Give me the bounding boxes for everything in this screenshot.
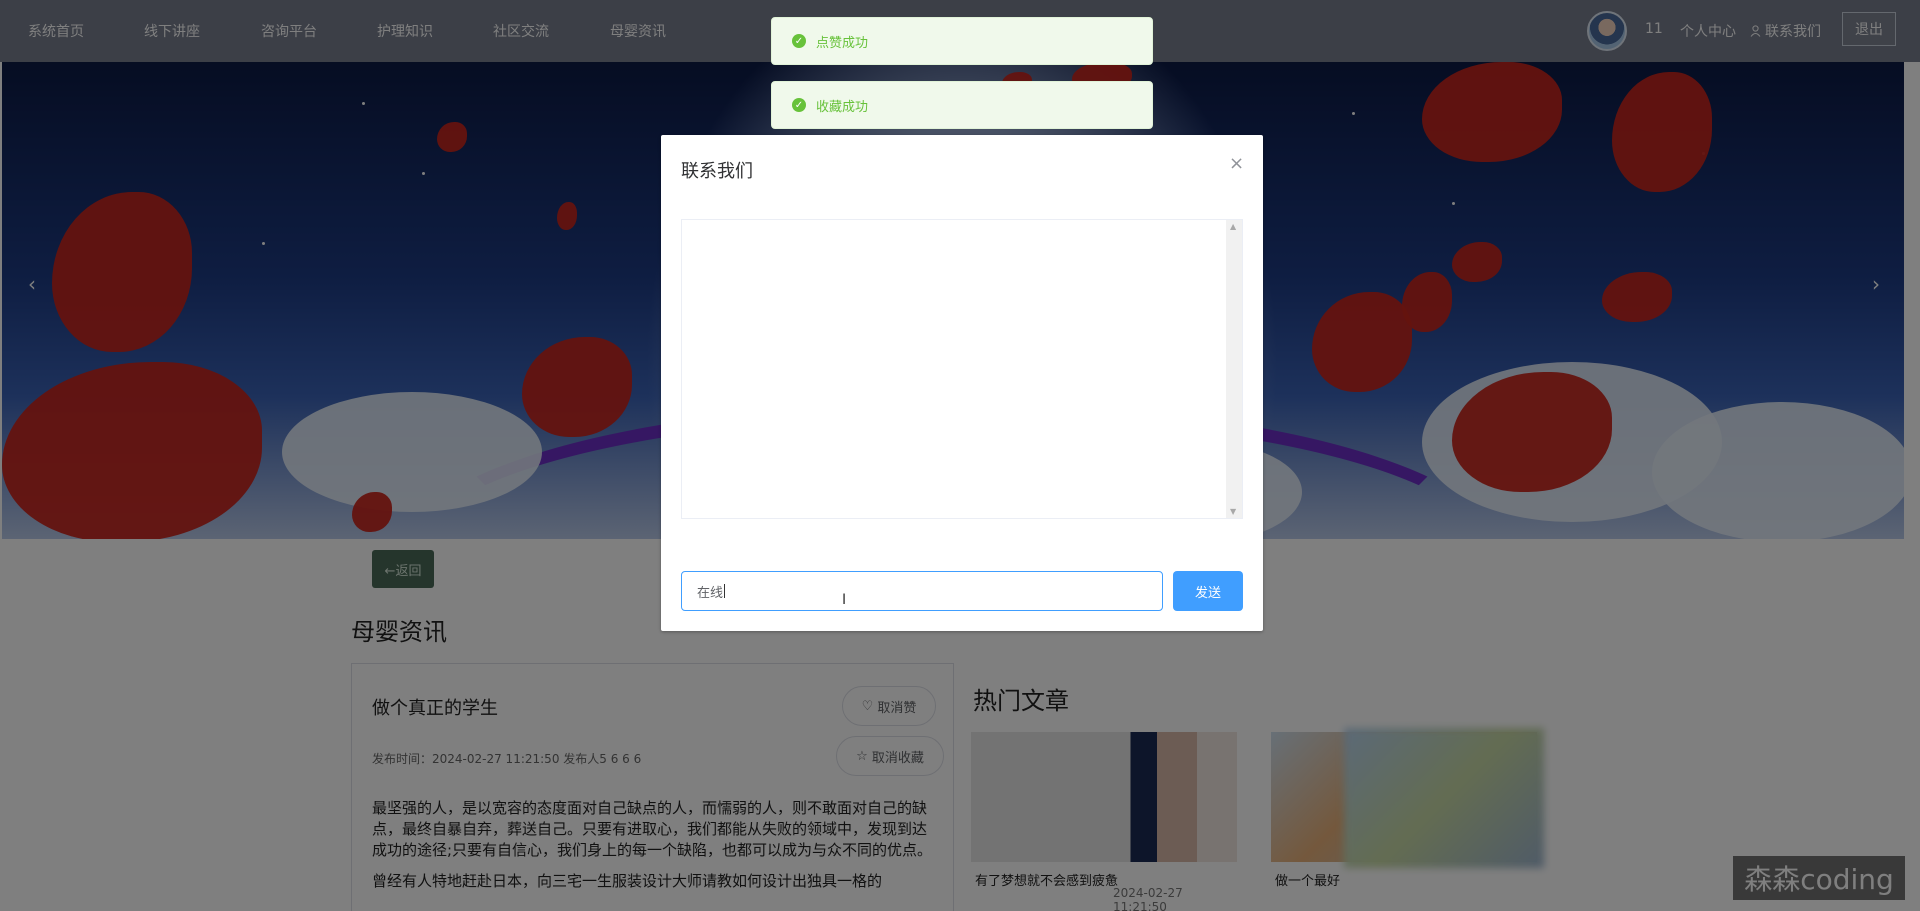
scroll-down-icon[interactable]: ▼: [1230, 507, 1236, 516]
close-icon[interactable]: ×: [1229, 153, 1244, 174]
contact-dialog: 联系我们 × ▲ ▼ 在线 I 发送: [661, 135, 1263, 631]
check-circle-icon: ✓: [792, 98, 806, 112]
message-history[interactable]: ▲ ▼: [681, 219, 1243, 519]
send-button[interactable]: 发送: [1173, 571, 1243, 611]
toast-text: 点赞成功: [816, 35, 869, 51]
toast-collect-success: ✓ 收藏成功: [771, 81, 1153, 129]
toast-like-success: ✓ 点赞成功: [771, 17, 1153, 65]
toast-text: 收藏成功: [816, 99, 869, 115]
text-caret: [724, 584, 726, 598]
dialog-title: 联系我们: [681, 161, 753, 182]
message-input-value: 在线: [697, 585, 724, 601]
message-input[interactable]: 在线: [681, 571, 1163, 611]
check-circle-icon: ✓: [792, 34, 806, 48]
scrollbar[interactable]: ▲ ▼: [1226, 220, 1242, 518]
ibeam-cursor-icon: I: [842, 592, 847, 608]
scroll-up-icon[interactable]: ▲: [1230, 222, 1236, 231]
